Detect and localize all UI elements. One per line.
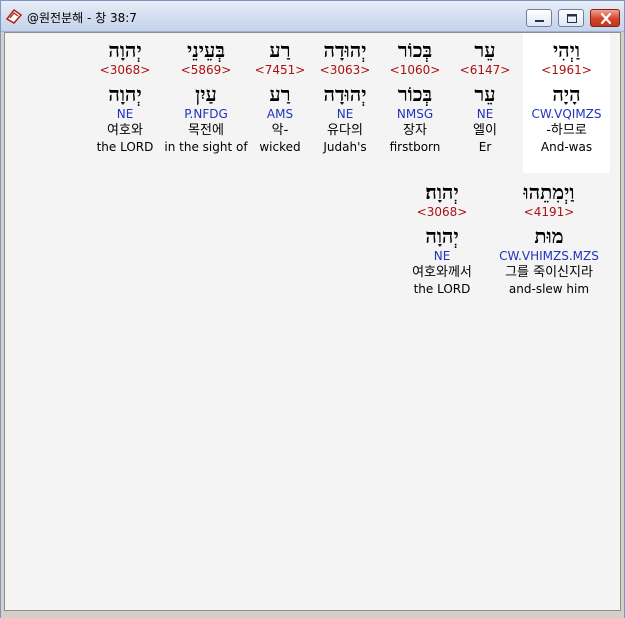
hebrew-word: יְהוָה <box>108 38 142 62</box>
strong-number[interactable]: <6147> <box>453 62 517 78</box>
word-vayehi[interactable]: וַיְהִי <1961> הָיָה CW.VQIMZS -하므로 And-… <box>523 33 610 173</box>
korean-gloss: 여호와 <box>107 123 143 138</box>
word-ra[interactable]: רַע <7451> רַע AMS 악- wicked <box>251 33 309 155</box>
lemma-word: יְהוָה <box>108 82 142 106</box>
parse-code: NMSG <box>396 107 434 121</box>
hebrew-word: רַע <box>269 38 291 62</box>
korean-gloss: 그를 죽이신지라 <box>505 265 593 280</box>
parse-code: NE <box>336 107 354 121</box>
english-gloss: in the sight of <box>164 140 248 154</box>
hebrew-word: יְהוּדָה <box>323 38 367 62</box>
strong-number[interactable]: <3063> <box>311 62 379 78</box>
english-gloss: Judah's <box>323 140 367 154</box>
hebrew-word: בְּכוֹר <box>397 38 433 62</box>
close-button[interactable] <box>590 9 620 27</box>
word-bekhor[interactable]: בְּכוֹר <1060> בְּכוֹר NMSG 장자 firstborn <box>383 33 447 155</box>
maximize-button[interactable] <box>558 9 584 27</box>
parse-code: NE <box>116 107 134 121</box>
word-beeinei[interactable]: בְּעֵינֵי <5869> עַיִן P.NFDG 목전에 in the… <box>163 33 249 155</box>
close-icon <box>600 12 612 25</box>
english-gloss: And-was <box>540 140 593 154</box>
english-gloss: the LORD <box>96 140 154 154</box>
word-yhwh-end[interactable]: יְהוָה׃ <3068> יְהוָה NE 여호와께서 the LORD <box>399 175 485 297</box>
lemma-word: עֵר <box>474 82 496 106</box>
word-vayemitehu[interactable]: וַיְמִתֵהוּ <4191> מוּת CW.VHIMZS.MZS 그를… <box>491 175 607 297</box>
strong-number[interactable]: <3068> <box>93 62 157 78</box>
korean-gloss: 유다의 <box>327 123 363 138</box>
english-gloss: firstborn <box>389 140 441 154</box>
parse-code: AMS <box>266 107 294 121</box>
korean-gloss: 엘이 <box>473 123 497 138</box>
korean-gloss: 악- <box>271 123 289 138</box>
title-bar[interactable]: @원전분해 - 창 38:7 <box>1 1 624 32</box>
hebrew-word: וַיְהִי <box>552 38 581 62</box>
window-title: @원전분해 - 창 38:7 <box>27 11 137 25</box>
hebrew-word: בְּעֵינֵי <box>187 38 225 62</box>
hebrew-word: יְהוָה׃ <box>425 180 459 204</box>
lemma-word: בְּכוֹר <box>397 82 433 106</box>
english-gloss: the LORD <box>413 282 471 296</box>
parse-code: CW.VHIMZS.MZS <box>499 249 599 263</box>
word-yehudah[interactable]: יְהוּדָה <3063> יְהוּדָה NE 유다의 Judah's <box>311 33 379 155</box>
minimize-button[interactable] <box>526 9 552 27</box>
analysis-panel[interactable]: וַיְהִי <1961> הָיָה CW.VQIMZS -하므로 And-… <box>4 32 621 611</box>
parse-code: NE <box>433 249 451 263</box>
word-yhwh[interactable]: יְהוָה <3068> יְהוָה NE 여호와 the LORD <box>93 33 157 155</box>
app-window: @원전분해 - 창 38:7 וַיְהִי <1961> הָיָה CW.V… <box>0 0 625 618</box>
english-gloss: and-slew him <box>508 282 590 296</box>
hebrew-word: עֵר <box>474 38 496 62</box>
strong-number[interactable]: <5869> <box>163 62 249 78</box>
strong-number[interactable]: <3068> <box>399 204 485 220</box>
hebrew-word: וַיְמִתֵהוּ <box>523 180 575 204</box>
window-bottom-border <box>1 611 624 618</box>
korean-gloss: 목전에 <box>188 123 224 138</box>
strong-number[interactable]: <1961> <box>523 62 610 78</box>
lemma-word: יְהוּדָה <box>323 82 367 106</box>
lemma-word: רַע <box>269 82 291 106</box>
minimize-icon <box>535 20 544 22</box>
lemma-word: יְהוָה <box>425 224 459 248</box>
maximize-icon <box>567 14 577 23</box>
parse-code: NE <box>476 107 494 121</box>
parse-code: P.NFDG <box>184 107 228 121</box>
english-gloss: wicked <box>259 140 301 154</box>
strong-number[interactable]: <1060> <box>383 62 447 78</box>
korean-gloss: 여호와께서 <box>412 265 472 280</box>
english-gloss: Er <box>478 140 492 154</box>
lemma-word: עַיִן <box>195 82 217 106</box>
korean-gloss: -하므로 <box>546 123 587 138</box>
strong-number[interactable]: <4191> <box>491 204 607 220</box>
korean-gloss: 장자 <box>403 123 427 138</box>
parse-code: CW.VQIMZS <box>531 107 602 121</box>
bible-app-icon[interactable] <box>5 7 23 25</box>
lemma-word: הָיָה <box>552 82 581 106</box>
lemma-word: מוּת <box>534 224 564 248</box>
word-er[interactable]: עֵר <6147> עֵר NE 엘이 Er <box>453 33 517 155</box>
strong-number[interactable]: <7451> <box>251 62 309 78</box>
